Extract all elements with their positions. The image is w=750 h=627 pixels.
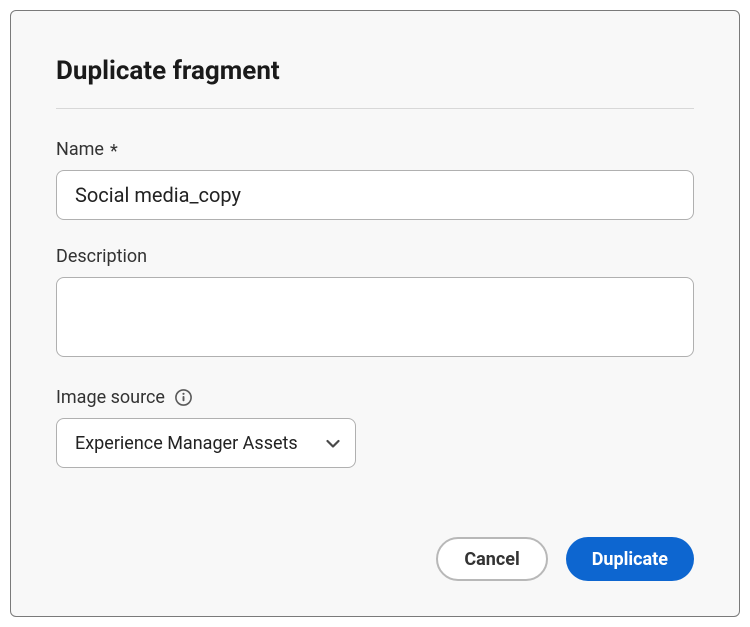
name-label-text: Name [56,139,104,160]
dialog-buttons: Cancel Duplicate [56,537,694,581]
info-icon[interactable] [175,389,193,407]
divider [56,108,694,109]
image-source-label-text: Image source [56,387,165,408]
duplicate-button[interactable]: Duplicate [566,537,694,581]
description-field: Description [56,246,694,361]
image-source-label: Image source [56,387,694,408]
image-source-select[interactable]: Experience Manager Assets [56,418,356,468]
duplicate-fragment-dialog: Duplicate fragment Name * Description Im… [10,10,740,617]
image-source-selected-value: Experience Manager Assets [75,433,298,454]
description-input[interactable] [56,277,694,357]
name-input[interactable] [56,170,694,220]
cancel-button[interactable]: Cancel [436,537,547,581]
description-label: Description [56,246,694,267]
image-source-field: Image source Experience Manager Assets [56,387,694,468]
required-asterisk: * [110,141,118,162]
image-source-select-wrapper: Experience Manager Assets [56,418,356,468]
dialog-title: Duplicate fragment [56,56,694,86]
name-field: Name * [56,139,694,220]
name-label: Name * [56,139,694,160]
